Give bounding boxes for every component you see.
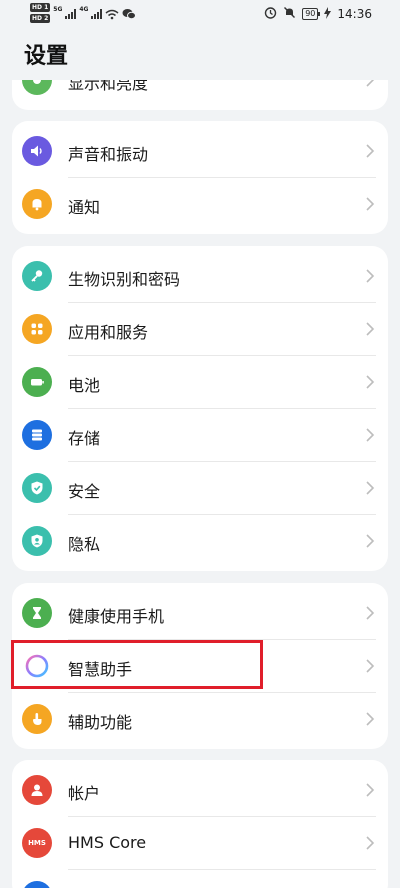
page-title: 设置 [24,44,69,69]
mute-bell-icon [283,6,296,22]
settings-item-storage[interactable]: 存储 [12,409,388,462]
chevron-right-icon [366,712,375,726]
chevron-right-icon [366,836,375,850]
chevron-right-icon [366,659,375,673]
hourglass-icon [22,598,52,628]
settings-item-label: 显示和亮度 [68,80,149,93]
settings-list[interactable]: 显示和亮度 声音和振动 通知 生物识别和密码 应用和服务 电池 存储 安全 隐私… [0,80,400,888]
status-right: 90 14:36 [264,6,372,22]
settings-item-accounts[interactable]: 帐户 [12,764,388,817]
hd-stack: HD 1 HD 2 [30,3,51,23]
settings-item-apps[interactable]: 应用和服务 [12,303,388,356]
status-bar: HD 1 HD 2 5G 4G 90 14:36 [0,0,400,28]
settings-item-accessibility[interactable]: 辅助功能 [12,693,388,746]
display-icon [22,80,52,95]
settings-item-hms-core[interactable]: HMS HMS Core [12,817,388,870]
settings-item-privacy[interactable]: 隐私 [12,515,388,568]
charging-icon [324,6,332,22]
hand-icon [22,704,52,734]
chevron-right-icon [366,144,375,158]
apps-icon [22,314,52,344]
partial-item-icon [22,881,52,888]
wechat-icon [122,8,137,20]
settings-item-label: 健康使用手机 [68,607,165,626]
settings-item-display[interactable]: 显示和亮度 [12,80,388,107]
chevron-right-icon [366,269,375,283]
chevron-right-icon [366,322,375,336]
chevron-right-icon [366,783,375,797]
hms-icon: HMS [22,828,52,858]
account-icon [22,775,52,805]
settings-group-accounts: 帐户 HMS HMS Core [12,760,388,888]
key-icon [22,261,52,291]
settings-item-label: 通知 [68,198,101,217]
bell-icon [22,189,52,219]
settings-group-display: 显示和亮度 [12,80,388,110]
settings-item-label: 隐私 [68,535,101,554]
settings-item-label: 帐户 [68,784,101,803]
speaker-icon [22,136,52,166]
chevron-right-icon [366,481,375,495]
settings-item-sound[interactable]: 声音和振动 [12,125,388,178]
settings-item-label: 辅助功能 [68,713,133,732]
settings-item-label: 电池 [68,376,101,395]
chevron-right-icon [366,606,375,620]
settings-item-label: 安全 [68,482,101,501]
battery-icon [22,367,52,397]
chevron-right-icon [366,534,375,548]
alarm-icon [264,6,277,22]
signal2-icon [91,9,103,19]
settings-item-digital-balance[interactable]: 健康使用手机 [12,587,388,640]
net1-label: 5G [53,6,63,13]
settings-item-label: 应用和服务 [68,323,149,342]
settings-item-partial[interactable] [12,870,388,888]
highlight-box [11,640,263,689]
net2-label: 4G [79,6,89,13]
hd1-badge: HD 1 [30,3,51,12]
settings-item-notifications[interactable]: 通知 [12,178,388,231]
shield-icon [22,473,52,503]
settings-group-sound: 声音和振动 通知 [12,121,388,234]
settings-item-security[interactable]: 安全 [12,462,388,515]
settings-group-system: 生物识别和密码 应用和服务 电池 存储 安全 隐私 [12,246,388,571]
settings-item-battery[interactable]: 电池 [12,356,388,409]
wifi-icon [105,8,119,20]
hd2-badge: HD 2 [30,14,51,23]
privacy-icon [22,526,52,556]
chevron-right-icon [366,197,375,211]
chevron-right-icon [366,80,375,87]
settings-item-label: HMS Core [68,833,147,852]
storage-icon [22,420,52,450]
clock: 14:36 [337,7,372,21]
settings-item-label: 声音和振动 [68,145,149,164]
settings-item-label: 存储 [68,429,101,448]
status-left: HD 1 HD 2 5G 4G [30,3,137,23]
settings-item-biometrics[interactable]: 生物识别和密码 [12,250,388,303]
signal1-icon [65,9,77,19]
chevron-right-icon [366,428,375,442]
battery-level: 90 [302,8,321,20]
settings-item-label: 生物识别和密码 [68,270,181,289]
chevron-right-icon [366,375,375,389]
